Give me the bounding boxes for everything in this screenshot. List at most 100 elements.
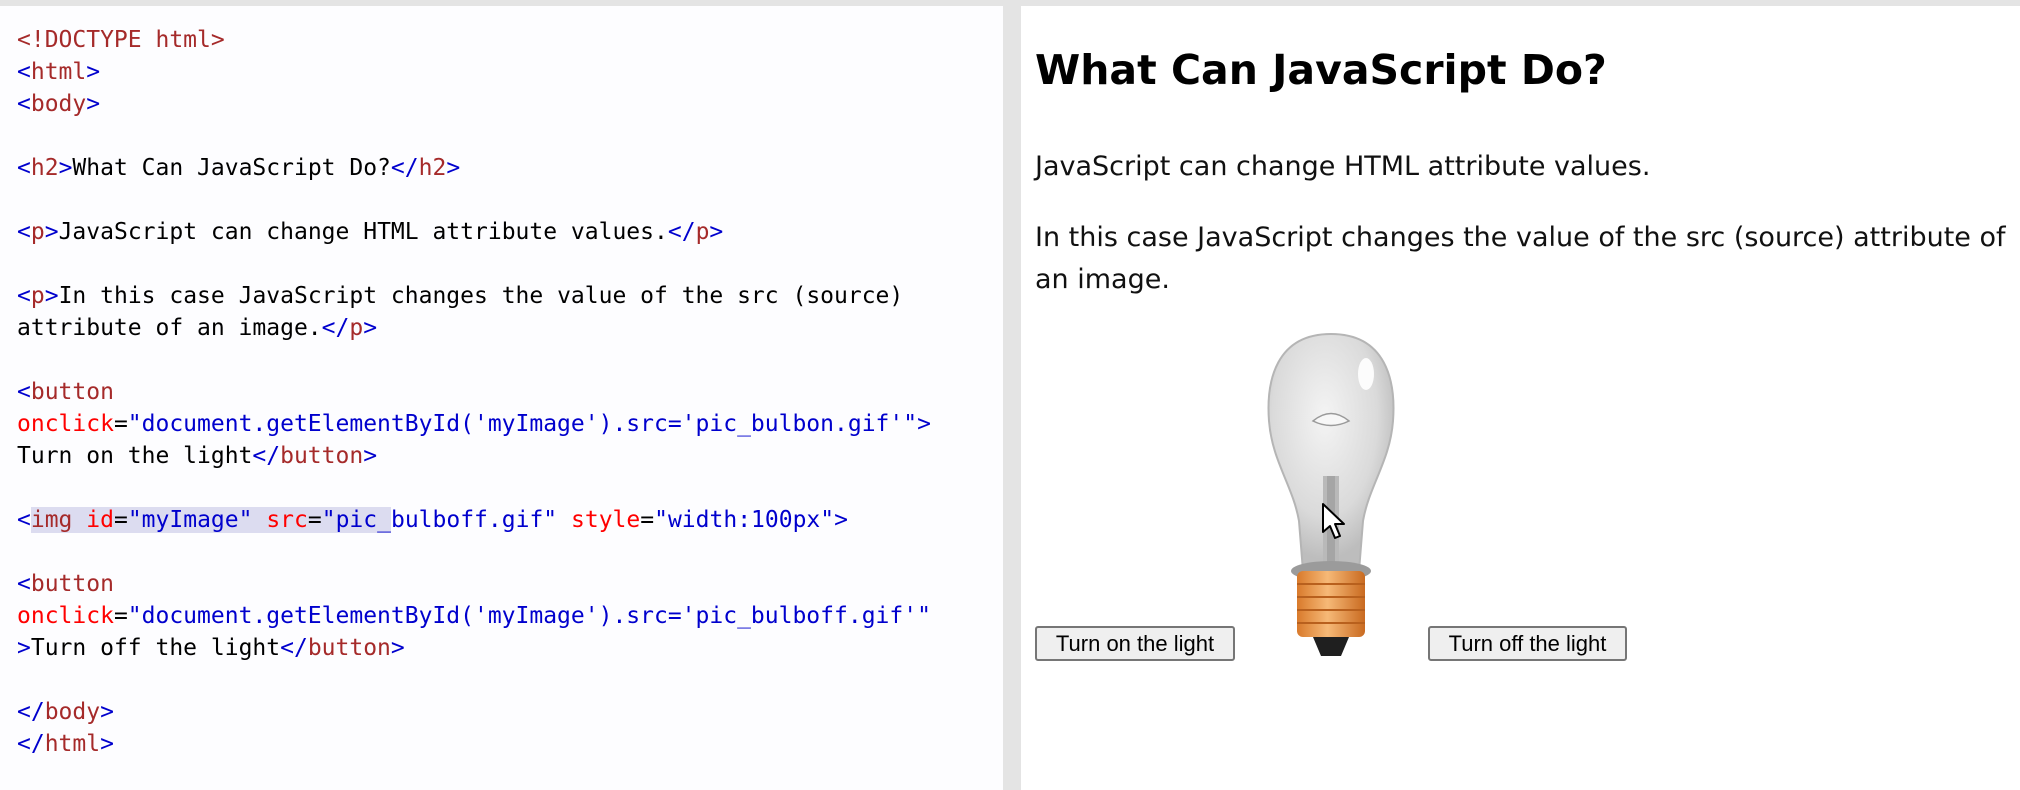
- code-token: >: [363, 315, 378, 341]
- code-token: id: [86, 507, 114, 533]
- code-token: What Can JavaScript Do?: [72, 155, 391, 181]
- code-token: </: [667, 219, 696, 245]
- code-token: h2: [30, 155, 59, 181]
- code-token: html: [44, 731, 101, 757]
- code-token: "pic_: [321, 507, 391, 533]
- code-line[interactable]: ​: [17, 248, 931, 280]
- code-editor-content[interactable]: <!DOCTYPE html><html><body>​<h2>What Can…: [17, 24, 931, 760]
- code-token: JavaScript can change HTML attribute val…: [58, 219, 668, 245]
- code-token: <!DOCTYPE html>: [17, 27, 225, 53]
- code-token: </: [17, 731, 45, 757]
- code-token: <: [17, 571, 31, 597]
- code-token: onclick: [17, 411, 114, 437]
- code-token: <: [17, 59, 31, 85]
- code-line[interactable]: <html>: [17, 56, 931, 88]
- code-token: =: [113, 603, 128, 629]
- code-line[interactable]: ​: [17, 120, 931, 152]
- code-token: >: [44, 219, 59, 245]
- code-token: >: [100, 731, 114, 757]
- code-token: <: [17, 283, 31, 309]
- code-token: p: [30, 283, 45, 309]
- code-token: img: [30, 507, 73, 533]
- code-token: p: [695, 219, 710, 245]
- code-line[interactable]: Turn on the light</button>: [17, 440, 931, 472]
- code-line[interactable]: <body>: [17, 88, 931, 120]
- code-token: >: [446, 155, 461, 181]
- code-token: <: [17, 379, 31, 405]
- preview-paragraph-2: In this case JavaScript changes the valu…: [1035, 222, 2006, 295]
- code-line[interactable]: onclick="document.getElementById('myImag…: [17, 600, 931, 632]
- code-line[interactable]: onclick="document.getElementById('myImag…: [17, 408, 931, 440]
- code-token: <: [17, 155, 31, 181]
- turn-off-light-button[interactable]: Turn off the light: [1428, 626, 1627, 661]
- code-token: p: [349, 315, 364, 341]
- code-token: Turn on the light: [17, 443, 253, 469]
- code-line[interactable]: ​: [17, 184, 931, 216]
- code-token: button: [30, 571, 114, 597]
- code-token: >: [709, 219, 724, 245]
- code-token: button: [280, 443, 364, 469]
- code-token: </: [252, 443, 281, 469]
- code-token: </: [17, 699, 45, 725]
- turn-on-light-button[interactable]: Turn on the light: [1035, 626, 1235, 661]
- code-token: body: [30, 91, 87, 117]
- code-token: style: [571, 507, 641, 533]
- code-token: >: [834, 507, 848, 533]
- code-token: src: [266, 507, 308, 533]
- code-line[interactable]: ​: [17, 664, 931, 696]
- code-token: <: [17, 507, 31, 533]
- code-token: "width:100px": [654, 507, 835, 533]
- code-token: >: [86, 59, 101, 85]
- code-token: =: [640, 507, 655, 533]
- code-line[interactable]: ​: [17, 472, 931, 504]
- code-line[interactable]: ​: [17, 344, 931, 376]
- code-token: button: [30, 379, 114, 405]
- code-line[interactable]: ​: [17, 536, 931, 568]
- code-token: <: [17, 91, 31, 117]
- code-editor-pane[interactable]: <!DOCTYPE html><html><body>​<h2>What Can…: [0, 6, 1003, 790]
- pane-divider[interactable]: [1003, 0, 1021, 790]
- code-line[interactable]: </body>: [17, 696, 931, 728]
- code-token: =: [113, 411, 128, 437]
- preview-heading: What Can JavaScript Do?: [1035, 46, 1607, 94]
- lightbulb-off-icon: [1267, 332, 1395, 656]
- code-line[interactable]: <button: [17, 568, 931, 600]
- code-token: onclick: [17, 603, 114, 629]
- code-line[interactable]: <button: [17, 376, 931, 408]
- code-token: </: [390, 155, 419, 181]
- code-token: >: [58, 155, 73, 181]
- code-token: "myImage": [127, 507, 253, 533]
- code-token: Turn off the light: [30, 635, 281, 661]
- code-token: =: [113, 507, 128, 533]
- code-line[interactable]: >Turn off the light</button>: [17, 632, 931, 664]
- code-token: In this case JavaScript changes the valu…: [58, 283, 904, 309]
- code-token: bulboff.gif": [390, 507, 558, 533]
- code-token: </: [321, 315, 350, 341]
- code-token: >: [100, 699, 114, 725]
- code-token: "document.getElementById('myImage').src=…: [127, 411, 918, 437]
- code-token: </: [280, 635, 308, 661]
- code-token: >: [390, 635, 405, 661]
- code-line[interactable]: </html>: [17, 728, 931, 760]
- code-line[interactable]: <p>JavaScript can change HTML attribute …: [17, 216, 931, 248]
- code-token: >: [44, 283, 59, 309]
- code-token: >: [363, 443, 378, 469]
- code-token: =: [307, 507, 322, 533]
- result-preview-pane: What Can JavaScript Do? JavaScript can c…: [1021, 6, 2020, 790]
- code-token: [252, 507, 267, 533]
- code-line[interactable]: <p>In this case JavaScript changes the v…: [17, 280, 931, 312]
- preview-paragraph-1: JavaScript can change HTML attribute val…: [1035, 151, 1651, 182]
- code-line[interactable]: <h2>What Can JavaScript Do?</h2>: [17, 152, 931, 184]
- code-token: "document.getElementById('myImage').src=…: [127, 603, 931, 629]
- code-token: html: [30, 59, 87, 85]
- code-line[interactable]: <!DOCTYPE html>: [17, 24, 931, 56]
- code-line[interactable]: <img id="myImage" src="pic_bulboff.gif" …: [17, 504, 931, 536]
- code-token: h2: [418, 155, 447, 181]
- code-token: attribute of an image.: [17, 315, 322, 341]
- code-token: [72, 507, 87, 533]
- code-line[interactable]: attribute of an image.</p>: [17, 312, 931, 344]
- code-token: >: [17, 635, 31, 661]
- code-token: p: [30, 219, 45, 245]
- code-token: <: [17, 219, 31, 245]
